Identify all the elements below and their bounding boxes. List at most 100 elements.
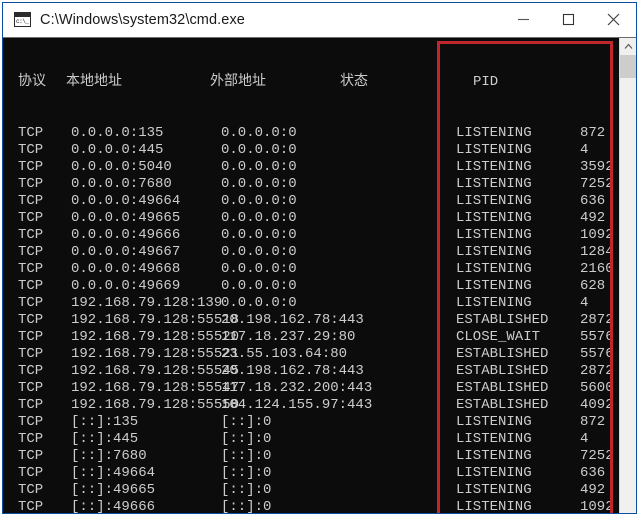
cell-foreign-address: 20.198.162.78:443 [221,363,364,379]
cell-foreign-address: 0.0.0.0:0 [221,244,297,260]
maximize-button[interactable] [546,3,591,36]
cell-pid: 4 [580,431,589,447]
cell-state: LISTENING [456,431,532,447]
cell-pid: 2160 [580,261,614,277]
cell-pid: 2872 [580,312,614,328]
table-row: TCP 0.0.0.0:49669 0.0.0.0:0 LISTENING 628 [3,278,619,295]
cell-foreign-address: 117.18.237.29:80 [221,329,356,345]
cell-local-address: 0.0.0.0:49668 [71,261,181,277]
table-row: TCP 192.168.79.128:55520 117.18.237.29:80 C… [3,329,619,346]
cell-protocol: TCP [18,261,44,277]
scrollbar-track[interactable] [620,78,636,513]
cell-pid: 1284 [580,244,614,260]
cmd-icon: c:\_ [14,12,31,27]
cell-foreign-address: 104.124.155.97:443 [221,397,373,413]
title-bar[interactable]: c:\_ C:\Windows\system32\cmd.exe [3,3,636,37]
console-output[interactable]: 协议 本地地址 外部地址 状态 PID TCP 0.0.0.0:135 0.0.0.… [3,38,619,513]
cell-protocol: TCP [18,278,44,294]
cell-local-address: 0.0.0.0:7680 [71,176,172,192]
cell-foreign-address: 0.0.0.0:0 [221,227,297,243]
cell-foreign-address: 117.18.232.200:443 [221,380,373,396]
cell-state: CLOSE_WAIT [456,329,541,345]
table-row: TCP 0.0.0.0:445 0.0.0.0:0 LISTENING 4 [3,142,619,159]
table-row: TCP [::]:49666 [::]:0 LISTENING 1092 [3,499,619,513]
cell-foreign-address: 0.0.0.0:0 [221,159,297,175]
cell-local-address: 0.0.0.0:49667 [71,244,181,260]
cell-foreign-address: 0.0.0.0:0 [221,278,297,294]
cell-local-address: 0.0.0.0:49666 [71,227,181,243]
cell-protocol: TCP [18,363,44,379]
cell-pid: 5576 [580,346,614,362]
window-title: C:\Windows\system32\cmd.exe [40,11,245,28]
cell-state: LISTENING [456,295,532,311]
cell-local-address: [::]:49664 [71,465,156,481]
close-button[interactable] [591,3,636,36]
cell-state: LISTENING [456,278,532,294]
cell-protocol: TCP [18,465,44,481]
cell-pid: 7252 [580,176,614,192]
cell-local-address: [::]:49666 [71,499,156,513]
header-foreign-address: 外部地址 [210,74,266,90]
cell-protocol: TCP [18,482,44,498]
cell-pid: 2872 [580,363,614,379]
scrollbar-thumb[interactable] [620,55,636,78]
cell-protocol: TCP [18,125,44,141]
cell-state: LISTENING [456,176,532,192]
table-row: TCP [::]:135 [::]:0 LISTENING 872 [3,414,619,431]
cell-protocol: TCP [18,142,44,158]
cell-pid: 636 [580,193,606,209]
table-row: TCP 192.168.79.128:55518 20.198.162.78:443… [3,312,619,329]
table-row: TCP 0.0.0.0:5040 0.0.0.0:0 LISTENING 3592 [3,159,619,176]
cell-foreign-address: 0.0.0.0:0 [221,210,297,226]
cell-local-address: 192.168.79.128:139 [71,295,223,311]
cell-pid: 5576 [580,329,614,345]
cell-local-address: 192.168.79.128:55520 [71,329,240,345]
netstat-table: 协议 本地地址 外部地址 状态 PID TCP 0.0.0.0:135 0.0.0.… [3,40,619,513]
cell-foreign-address: 0.0.0.0:0 [221,193,297,209]
table-row: TCP 0.0.0.0:49664 0.0.0.0:0 LISTENING 636 [3,193,619,210]
cell-foreign-address: 0.0.0.0:0 [221,142,297,158]
cell-local-address: 0.0.0.0:135 [71,125,164,141]
table-row: TCP 0.0.0.0:49668 0.0.0.0:0 LISTENING 2160 [3,261,619,278]
cell-foreign-address: 23.55.103.64:80 [221,346,348,362]
cell-protocol: TCP [18,431,44,447]
cell-protocol: TCP [18,244,44,260]
cell-state: ESTABLISHED [456,363,549,379]
cell-local-address: 192.168.79.128:55547 [71,380,240,396]
cell-pid: 492 [580,482,606,498]
cell-foreign-address: 20.198.162.78:443 [221,312,364,328]
scroll-up-arrow[interactable] [620,38,636,55]
cell-pid: 5600 [580,380,614,396]
cell-local-address: [::]:135 [71,414,139,430]
cell-protocol: TCP [18,397,44,413]
table-row: TCP [::]:49664 [::]:0 LISTENING 636 [3,465,619,482]
header-pid: PID [473,74,499,90]
table-row: TCP 0.0.0.0:49666 0.0.0.0:0 LISTENING 1092 [3,227,619,244]
cell-pid: 7252 [580,448,614,464]
console-scrollbar[interactable] [619,38,636,513]
table-row: TCP 192.168.79.128:55545 20.198.162.78:443… [3,363,619,380]
cell-state: LISTENING [456,261,532,277]
cell-local-address: 192.168.79.128:55518 [71,312,240,328]
cell-pid: 628 [580,278,606,294]
table-row: TCP [::]:7680 [::]:0 LISTENING 7252 [3,448,619,465]
table-row: TCP [::]:445 [::]:0 LISTENING 4 [3,431,619,448]
cell-pid: 1092 [580,227,614,243]
cell-state: LISTENING [456,499,532,513]
cell-state: LISTENING [456,414,532,430]
table-row: TCP 192.168.79.128:55547 117.18.232.200:44… [3,380,619,397]
cell-local-address: 0.0.0.0:445 [71,142,164,158]
minimize-button[interactable] [501,3,546,36]
table-row: TCP 192.168.79.128:55521 23.55.103.64:80 ES… [3,346,619,363]
cell-local-address: [::]:7680 [71,448,147,464]
cell-pid: 636 [580,465,606,481]
table-row: TCP 192.168.79.128:139 0.0.0.0:0 LISTENING 4 [3,295,619,312]
cell-foreign-address: 0.0.0.0:0 [221,295,297,311]
cell-protocol: TCP [18,193,44,209]
cell-protocol: TCP [18,380,44,396]
cell-protocol: TCP [18,346,44,362]
cell-protocol: TCP [18,448,44,464]
cell-pid: 872 [580,125,606,141]
cell-protocol: TCP [18,499,44,513]
cell-foreign-address: [::]:0 [221,414,272,430]
